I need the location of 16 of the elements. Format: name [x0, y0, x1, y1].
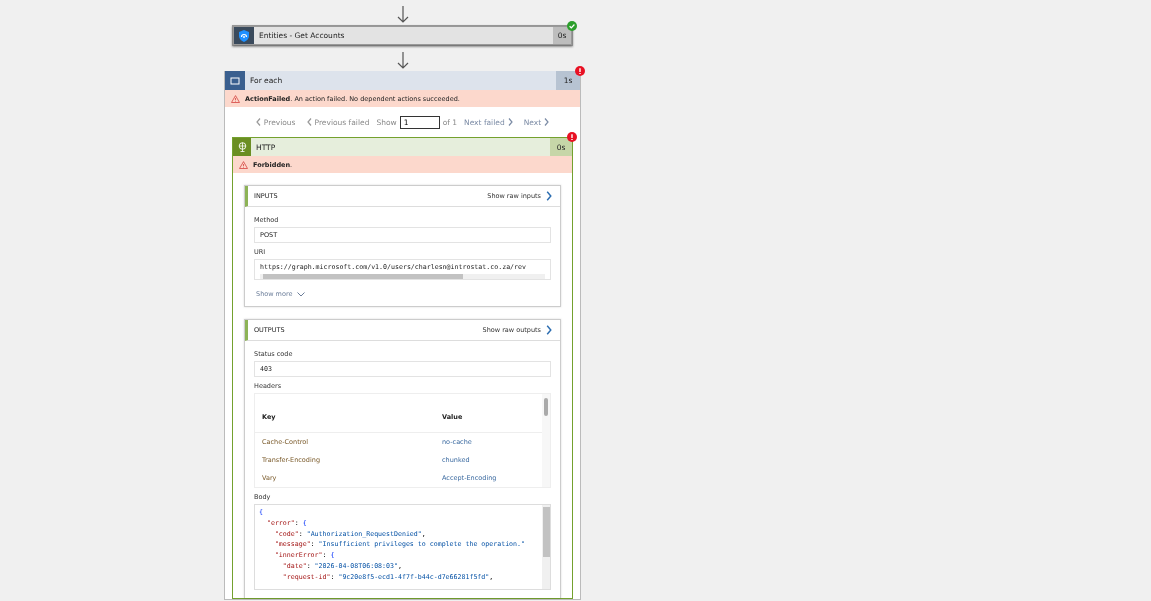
chevron-right-icon: [544, 118, 550, 126]
arrow-icon: [396, 6, 409, 24]
chevron-right-icon: [507, 118, 513, 126]
chevron-left-icon: [306, 118, 312, 126]
scrollbar[interactable]: [260, 274, 545, 279]
scrollbar[interactable]: [542, 394, 550, 487]
chevron-left-icon: [255, 118, 261, 126]
arrow-icon: [396, 52, 409, 70]
chevron-right-icon: [546, 191, 552, 201]
shield-icon: [237, 28, 251, 43]
scrollbar[interactable]: [542, 505, 550, 589]
warning-icon: [239, 160, 248, 169]
chevron-down-icon: [297, 291, 306, 297]
warning-icon: [231, 94, 240, 103]
globe-icon: [237, 142, 247, 152]
chevron-right-icon: [546, 325, 552, 335]
